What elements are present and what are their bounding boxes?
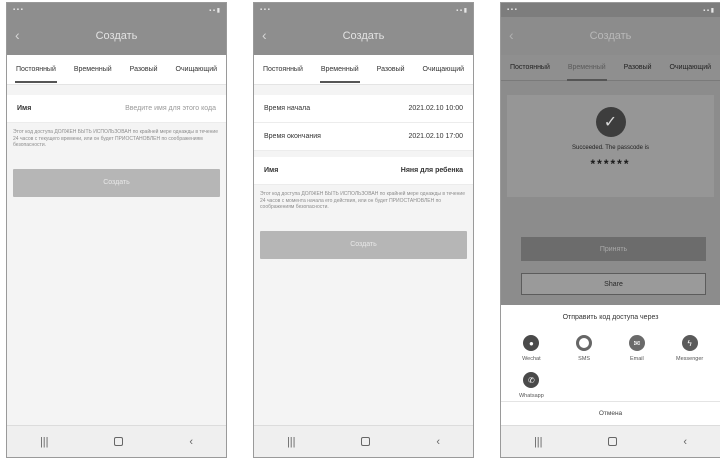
name-label: Имя [264, 167, 279, 174]
home-icon[interactable] [361, 437, 371, 446]
tab-temporary[interactable]: Временный [73, 62, 113, 77]
share-messenger[interactable]: ϟ Messenger [663, 335, 716, 362]
messenger-icon: ϟ [681, 335, 698, 351]
back-arrow-icon[interactable]: ‹ [262, 27, 267, 43]
share-sheet-title: Отправить код доступа через [562, 314, 659, 321]
end-time-label: Время окончания [264, 133, 321, 140]
status-bar: ▪ ▪ ▪ ▪ ▪ ▮ [501, 3, 720, 17]
back-nav-icon[interactable]: ‹ [189, 436, 193, 448]
name-input[interactable]: Введите имя для этого кода [125, 105, 216, 112]
recent-apps-icon[interactable]: ||| [40, 436, 49, 448]
name-input[interactable]: Няня для ребенка [401, 167, 463, 174]
wechat-icon: ● [523, 335, 540, 351]
top-bar: ‹ Создать [254, 17, 473, 55]
share-email[interactable]: ✉ Email [611, 335, 664, 362]
create-button[interactable]: Создать [260, 230, 467, 259]
android-nav-bar: ||| ‹ [501, 425, 720, 457]
home-icon[interactable] [114, 437, 124, 446]
tab-one-time[interactable]: Разовый [376, 62, 406, 77]
share-button[interactable]: Share [521, 273, 706, 295]
tab-temporary[interactable]: Временный [319, 62, 360, 83]
start-time-field[interactable]: Время начала 2021.02.10 10:00 [254, 95, 473, 123]
share-sheet: Отправить код доступа через ● Wechat SMS… [501, 305, 720, 425]
tab-permanent[interactable]: Постоянный [509, 60, 551, 75]
start-time-value[interactable]: 2021.02.10 10:00 [409, 105, 464, 112]
page-title: Создать [589, 30, 632, 42]
tab-one-time[interactable]: Разовый [623, 60, 653, 75]
dimmed-background: ‹ Создать Постоянный Временный Разовый О… [501, 17, 720, 305]
share-label: Messenger [676, 356, 704, 362]
checkmark-icon: ✓ [595, 107, 626, 137]
tab-permanent[interactable]: Постоянный [262, 62, 304, 77]
phone-screen-permanent: ▪ ▪ ▪ ▪ ▪ ▮ ‹ Создать Постоянный Временны… [6, 2, 227, 458]
page-title: Создать [342, 30, 385, 42]
tab-permanent[interactable]: Постоянный [14, 62, 57, 83]
tab-clearing[interactable]: Очищающий [422, 62, 465, 77]
share-label: Wechat [522, 356, 541, 362]
share-label: SMS [578, 356, 591, 362]
success-card: ✓ Succeeded. The passcode is ****** [507, 95, 714, 197]
tab-clearing[interactable]: Очищающий [669, 60, 712, 75]
share-label: Whatsapp [518, 393, 544, 399]
tab-bar: Постоянный Временный Разовый Очищающий [7, 55, 226, 85]
create-button[interactable]: Создать [13, 168, 220, 197]
end-time-field[interactable]: Время окончания 2021.02.10 17:00 [254, 123, 473, 151]
top-bar: ‹ Создать [7, 17, 226, 55]
share-options: ● Wechat SMS ✉ Email ϟ Messenger ✆ Whats… [501, 335, 720, 399]
home-icon[interactable] [608, 437, 618, 446]
back-nav-icon[interactable]: ‹ [683, 436, 687, 448]
name-label: Имя [17, 105, 32, 112]
back-arrow-icon[interactable]: ‹ [15, 27, 20, 43]
recent-apps-icon[interactable]: ||| [287, 436, 296, 448]
status-bar: ▪ ▪ ▪ ▪ ▪ ▮ [7, 3, 226, 17]
tab-bar: Постоянный Временный Разовый Очищающий [501, 55, 720, 81]
phone-screen-temporary: ▪ ▪ ▪ ▪ ▪ ▮ ‹ Создать Постоянный Временны… [253, 2, 474, 458]
android-nav-bar: ||| ‹ [254, 425, 473, 457]
cancel-button[interactable]: Отмена [501, 401, 720, 425]
phone-screen-share: ▪ ▪ ▪ ▪ ▪ ▮ ‹ Создать Постоянный Временны… [500, 2, 720, 458]
top-bar: ‹ Создать [501, 17, 720, 55]
page-title: Создать [95, 30, 138, 42]
share-wechat[interactable]: ● Wechat [505, 335, 558, 362]
name-field[interactable]: Имя Няня для ребенка [254, 157, 473, 185]
start-time-label: Время начала [264, 105, 311, 112]
sms-icon [576, 335, 593, 351]
share-whatsapp[interactable]: ✆ Whatsapp [505, 372, 558, 399]
status-bar: ▪ ▪ ▪ ▪ ▪ ▮ [254, 3, 473, 17]
security-note: Этот код доступа ДОЛЖЕН БЫТЬ ИСПОЛЬЗОВАН… [260, 191, 466, 210]
success-message: Succeeded. The passcode is [572, 145, 649, 151]
back-arrow-icon[interactable]: ‹ [509, 27, 514, 43]
end-time-value[interactable]: 2021.02.10 17:00 [409, 133, 464, 140]
back-nav-icon[interactable]: ‹ [436, 436, 440, 448]
tab-bar: Постоянный Временный Разовый Очищающий [254, 55, 473, 85]
name-field[interactable]: Имя Введите имя для этого кода [7, 95, 226, 123]
whatsapp-icon: ✆ [523, 372, 540, 388]
accept-button[interactable]: Принять [521, 237, 706, 261]
passcode-value: ****** [590, 157, 631, 171]
tab-temporary[interactable]: Временный [566, 60, 607, 81]
security-note: Этот код доступа ДОЛЖЕН БЫТЬ ИСПОЛЬЗОВАН… [13, 129, 219, 148]
android-nav-bar: ||| ‹ [7, 425, 226, 457]
email-icon: ✉ [628, 335, 645, 351]
share-label: Email [629, 356, 644, 362]
recent-apps-icon[interactable]: ||| [534, 436, 543, 448]
share-sms[interactable]: SMS [558, 335, 611, 362]
tab-clearing[interactable]: Очищающий [175, 62, 218, 77]
tab-one-time[interactable]: Разовый [129, 62, 159, 77]
